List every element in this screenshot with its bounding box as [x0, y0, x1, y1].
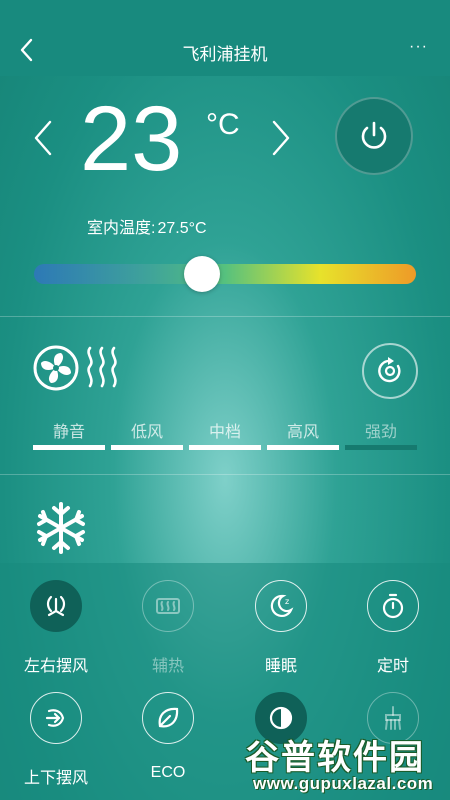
fan-speed-label: 强劲: [364, 424, 397, 441]
swing-vertical-button[interactable]: 上下摆风: [16, 692, 96, 788]
function-label: 辅热: [151, 658, 184, 675]
watermark-url: www.gupuxlazal.com: [253, 774, 434, 793]
swing-vertical-icon: [30, 692, 82, 744]
temp-increase-icon[interactable]: [268, 118, 294, 158]
indoor-temperature-label: 室内温度:: [87, 220, 156, 237]
function-label: 左右摆风: [23, 658, 88, 675]
function-label: 上下摆风: [23, 770, 88, 787]
swing-horizontal-button[interactable]: 左右摆风: [16, 580, 96, 676]
snowflake-icon[interactable]: [33, 500, 89, 556]
watermark-text: 谷普软件园: [245, 739, 425, 777]
fan-speed-bar: [33, 445, 105, 450]
temperature-slider-track[interactable]: [34, 264, 416, 284]
indoor-temperature: 室内温度: 27.5°C: [87, 214, 209, 238]
fan-speed-option[interactable]: 静音: [33, 418, 105, 452]
more-menu-button[interactable]: ···: [409, 38, 428, 56]
aux-heat-icon: [142, 580, 194, 632]
fan-speed-bar: [189, 445, 261, 450]
fan-speed-bar: [267, 445, 339, 450]
fan-icon[interactable]: [32, 344, 80, 392]
function-label: 睡眠: [264, 658, 297, 675]
function-label: ECO: [150, 764, 186, 781]
fan-speed-option[interactable]: 高风: [267, 418, 339, 452]
target-temperature: 23: [80, 88, 183, 190]
auto-cycle-button[interactable]: [362, 343, 418, 399]
divider: [0, 316, 450, 317]
eco-button[interactable]: ECO: [128, 692, 208, 782]
timer-icon: [367, 580, 419, 632]
fan-speed-option[interactable]: 强劲: [345, 418, 417, 452]
top-bar: 飞利浦挂机 ···: [0, 0, 450, 76]
power-icon: [361, 121, 387, 149]
sleep-button[interactable]: z 睡眠: [241, 580, 321, 676]
fan-speed-option[interactable]: 低风: [111, 418, 183, 452]
timer-button[interactable]: 定时: [353, 580, 433, 676]
sleep-icon: z: [255, 580, 307, 632]
fan-speed-bar: [345, 445, 417, 450]
fan-speed-bar: [111, 445, 183, 450]
cycle-icon: [378, 357, 401, 383]
heat-waves-icon: [87, 346, 117, 388]
svg-text:z: z: [285, 597, 289, 606]
power-button[interactable]: [335, 97, 413, 175]
eco-leaf-icon: [142, 692, 194, 744]
fan-speed-selector: 静音 低风 中档 高风 强劲: [33, 418, 417, 452]
page-title: 飞利浦挂机: [182, 45, 268, 64]
watermark-logo: 谷普软件园 www.gupuxlazal.com: [245, 730, 450, 800]
temp-decrease-icon[interactable]: [30, 118, 56, 158]
swing-horizontal-icon: [30, 580, 82, 632]
fan-speed-label: 高风: [286, 424, 319, 441]
fan-speed-label: 静音: [52, 424, 85, 441]
temperature-slider-thumb[interactable]: [184, 256, 221, 292]
function-label: 定时: [376, 658, 409, 675]
aux-heat-button[interactable]: 辅热: [128, 580, 208, 676]
divider: [0, 474, 450, 475]
fan-speed-option[interactable]: 中档: [189, 418, 261, 452]
fan-speed-label: 中档: [208, 424, 241, 441]
indoor-temperature-value: 27.5°C: [157, 220, 207, 237]
temperature-unit: °C: [206, 108, 240, 141]
fan-speed-label: 低风: [130, 424, 163, 441]
